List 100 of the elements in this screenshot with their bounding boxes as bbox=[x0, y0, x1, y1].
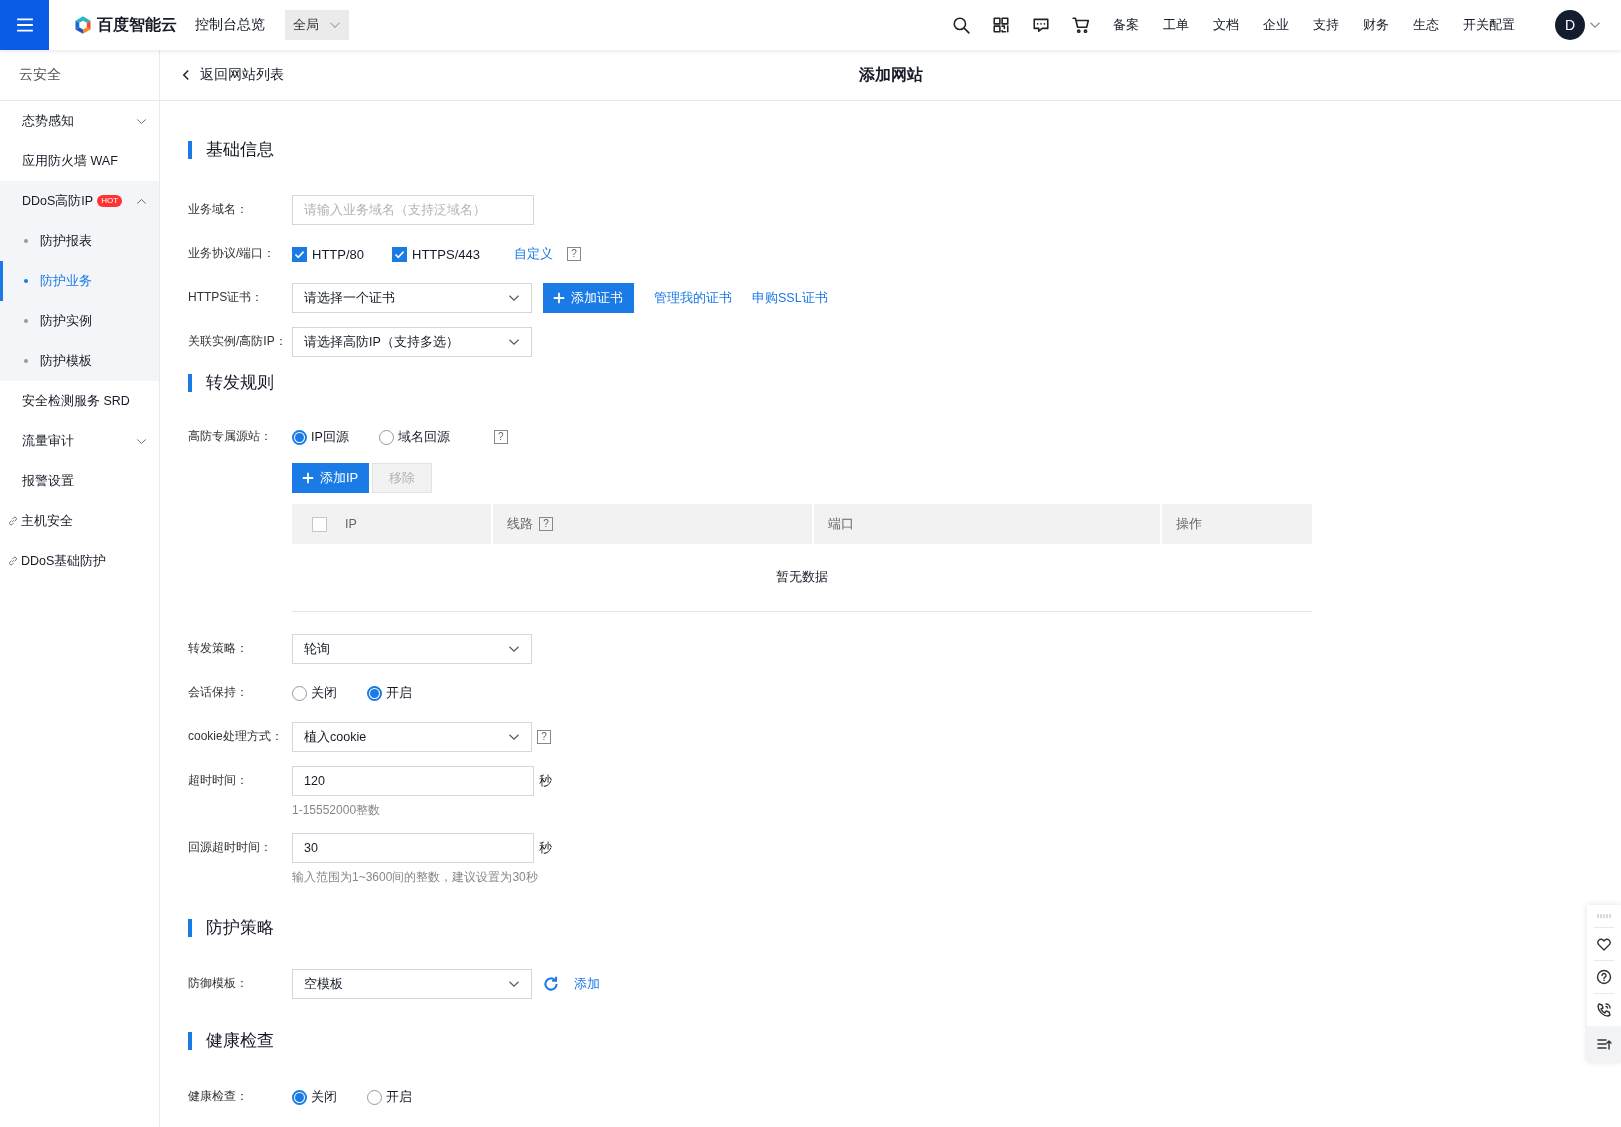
link[interactable]: 自定义 bbox=[513, 245, 553, 263]
sidebar-item[interactable]: 安全检测服务 SRD bbox=[0, 381, 159, 421]
field-label: 高防专属源站： bbox=[188, 428, 273, 444]
select-dropdown[interactable]: 请选择一个证书 bbox=[292, 283, 532, 313]
field-label: 转发策略： bbox=[188, 640, 249, 656]
chat-icon[interactable] bbox=[1032, 16, 1050, 34]
add-certificate-button[interactable]: 添加证书 bbox=[543, 283, 634, 313]
column-header: IP bbox=[345, 517, 357, 531]
input-field[interactable]: 请输入业务域名（支持泛域名） bbox=[292, 195, 534, 225]
sidebar-item[interactable]: 流量审计 bbox=[0, 421, 159, 461]
nav-link[interactable]: 工单 bbox=[1163, 16, 1189, 34]
plus-icon bbox=[302, 472, 314, 484]
region-dropdown[interactable]: 全局 bbox=[285, 10, 349, 40]
sidebar-item[interactable]: 主机安全 bbox=[0, 501, 159, 541]
console-title[interactable]: 控制台总览 bbox=[195, 16, 265, 34]
checkbox-label[interactable]: HTTP/80 bbox=[312, 246, 364, 262]
sidebar-subitem[interactable]: 防护业务 bbox=[0, 261, 159, 301]
help-icon[interactable]: ? bbox=[539, 517, 553, 531]
field-label: HTTPS证书： bbox=[188, 289, 265, 305]
nav-link[interactable]: 财务 bbox=[1363, 16, 1389, 34]
section-marker bbox=[188, 918, 192, 937]
plus-icon bbox=[553, 292, 565, 304]
checkbox[interactable] bbox=[392, 246, 407, 262]
column-header: 端口 bbox=[828, 515, 854, 533]
search-icon[interactable] bbox=[952, 16, 970, 34]
link[interactable]: 申购SSL证书 bbox=[752, 289, 828, 307]
select-all-checkbox[interactable] bbox=[312, 516, 327, 532]
field-label: 会话保持： bbox=[188, 684, 249, 700]
cube-logo-icon bbox=[73, 15, 93, 35]
help-icon[interactable]: ? bbox=[537, 730, 551, 744]
radio-label[interactable]: 开启 bbox=[386, 1088, 412, 1106]
radio-button[interactable] bbox=[367, 685, 382, 701]
checkbox-label[interactable]: HTTPS/443 bbox=[412, 246, 480, 262]
radio-label[interactable]: IP回源 bbox=[311, 428, 349, 446]
input-field[interactable]: 30 bbox=[292, 833, 534, 863]
input-field[interactable]: 120 bbox=[292, 766, 534, 796]
section-title: 转发规则 bbox=[206, 372, 274, 394]
radio-label[interactable]: 关闭 bbox=[311, 684, 337, 702]
nav-link[interactable]: 开关配置 bbox=[1463, 16, 1515, 34]
logo-text[interactable]: 百度智能云 bbox=[97, 14, 177, 36]
link[interactable]: 添加 bbox=[574, 975, 600, 993]
column-header: 线路 bbox=[507, 515, 533, 533]
hint-text: 输入范围为1~3600间的整数，建议设置为30秒 bbox=[292, 869, 539, 886]
section-title: 健康检查 bbox=[206, 1030, 274, 1052]
section-marker bbox=[188, 140, 192, 159]
field-label: 健康检查： bbox=[188, 1088, 249, 1104]
field-label: 业务域名： bbox=[188, 201, 249, 217]
nav-link[interactable]: 企业 bbox=[1263, 16, 1289, 34]
nav-link[interactable]: 文档 bbox=[1213, 16, 1239, 34]
hint-text: 1-15552000整数 bbox=[292, 802, 382, 819]
select-dropdown[interactable]: 轮询 bbox=[292, 634, 532, 664]
nav-link[interactable]: 备案 bbox=[1113, 16, 1139, 34]
sidebar-item[interactable]: 报警设置 bbox=[0, 461, 159, 501]
section-marker bbox=[188, 373, 192, 392]
avatar[interactable]: D bbox=[1555, 10, 1585, 40]
radio-label[interactable]: 开启 bbox=[386, 684, 412, 702]
unit-label: 秒 bbox=[539, 772, 552, 790]
back-to-top-icon[interactable] bbox=[1596, 1036, 1612, 1052]
chain-link-icon bbox=[7, 555, 19, 567]
sidebar-subitem[interactable]: 防护实例 bbox=[0, 301, 159, 341]
field-label: 超时时间： bbox=[188, 772, 249, 788]
radio-button[interactable] bbox=[292, 1089, 307, 1105]
cart-icon[interactable] bbox=[1072, 16, 1090, 34]
back-link[interactable]: 返回网站列表 bbox=[180, 66, 284, 84]
page-title: 添加网站 bbox=[858, 65, 923, 83]
nav-link[interactable]: 支持 bbox=[1313, 16, 1339, 34]
phone-icon[interactable] bbox=[1596, 1002, 1612, 1018]
radio-button[interactable] bbox=[292, 429, 307, 445]
drag-handle-icon[interactable] bbox=[1596, 913, 1612, 919]
sidebar-item[interactable]: 态势感知 bbox=[0, 101, 159, 141]
heart-icon[interactable] bbox=[1596, 936, 1612, 952]
add-ip-button[interactable]: 添加IP bbox=[292, 463, 370, 493]
unit-label: 秒 bbox=[539, 839, 552, 857]
radio-label[interactable]: 域名回源 bbox=[397, 428, 450, 446]
help-icon[interactable] bbox=[1596, 969, 1612, 985]
empty-message: 暂无数据 bbox=[776, 569, 828, 586]
sidebar-item[interactable]: 应用防火墙 WAF bbox=[0, 141, 159, 181]
field-label: 关联实例/高防IP： bbox=[188, 333, 288, 349]
hot-badge: HOT bbox=[97, 195, 123, 207]
nav-link[interactable]: 生态 bbox=[1413, 16, 1439, 34]
column-header: 操作 bbox=[1176, 515, 1202, 533]
sidebar-item[interactable]: DDoS基础防护 bbox=[0, 541, 159, 581]
help-icon[interactable]: ? bbox=[493, 430, 508, 444]
refresh-icon[interactable] bbox=[542, 975, 560, 993]
field-label: 回源超时时间： bbox=[188, 839, 273, 855]
radio-label[interactable]: 关闭 bbox=[311, 1088, 337, 1106]
field-label: 业务协议/端口： bbox=[188, 245, 277, 261]
section-title: 防护策略 bbox=[206, 917, 274, 939]
checkbox[interactable] bbox=[292, 246, 307, 262]
sidebar-item[interactable]: DDoS高防IP HOT bbox=[0, 181, 159, 221]
sidebar-subitem[interactable]: 防护报表 bbox=[0, 221, 159, 261]
select-dropdown[interactable]: 植入cookie bbox=[292, 722, 532, 752]
link[interactable]: 管理我的证书 bbox=[654, 289, 732, 307]
menu-button[interactable] bbox=[0, 0, 49, 50]
select-dropdown[interactable]: 空模板 bbox=[292, 969, 532, 999]
select-dropdown[interactable]: 请选择高防IP（支持多选） bbox=[292, 327, 532, 357]
sidebar-subitem[interactable]: 防护模板 bbox=[0, 341, 159, 381]
help-icon[interactable]: ? bbox=[566, 247, 581, 261]
grid-icon[interactable] bbox=[992, 16, 1010, 34]
chain-link-icon bbox=[7, 515, 19, 527]
